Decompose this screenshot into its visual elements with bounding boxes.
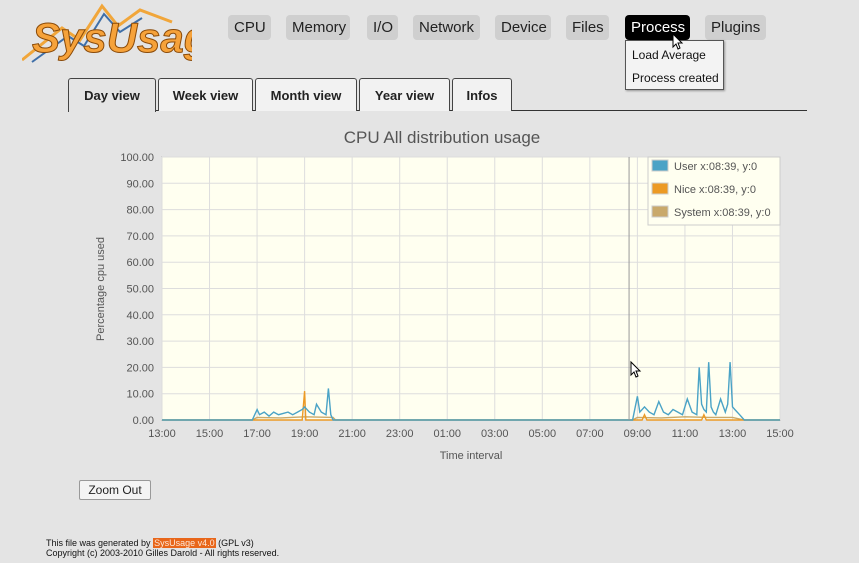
legend-swatch-system (651, 205, 669, 218)
x-tick-label: 17:00 (243, 428, 271, 440)
x-tick-label: 09:00 (624, 428, 652, 440)
y-tick-label: 100.00 (120, 152, 154, 164)
x-tick-label: 21:00 (338, 428, 366, 440)
legend-label-nice: Nice x:08:39, y:0 (674, 184, 756, 196)
legend: User x:08:39, y:0 Nice x:08:39, y:0 Syst… (647, 156, 781, 226)
footer-copyright: Copyright (c) 2003-2010 Gilles Darold - … (46, 548, 280, 558)
y-tick-label: 70.00 (126, 231, 154, 243)
y-tick-label: 0.00 (133, 415, 154, 427)
footer-license: (GPL v3) (218, 538, 254, 548)
x-axis: 13:00 15:00 17:00 19:00 21:00 23:00 01:00 03:00… (148, 428, 794, 440)
x-tick-label: 03:00 (481, 428, 509, 440)
legend-swatch-nice (651, 182, 669, 195)
cpu-chart[interactable]: CPU All distribution usage 0.00 10.00 20.0… (0, 0, 859, 563)
generator-link[interactable]: SysUsage v4.0 (153, 538, 216, 548)
x-tick-label: 01:00 (433, 428, 461, 440)
y-tick-label: 50.00 (126, 284, 154, 296)
y-axis-label: Percentage cpu used (95, 237, 107, 341)
x-tick-label: 11:00 (672, 428, 699, 440)
x-tick-label: 15:00 (766, 428, 794, 440)
footer-generated: This file was generated by SysUsage v4.0… (46, 538, 254, 548)
y-tick-label: 80.00 (126, 205, 154, 217)
y-tick-label: 40.00 (126, 310, 154, 322)
y-tick-label: 90.00 (126, 178, 154, 190)
x-axis-label: Time interval (440, 450, 503, 462)
y-tick-label: 20.00 (126, 362, 154, 374)
x-tick-label: 05:00 (529, 428, 557, 440)
legend-label-system: System x:08:39, y:0 (674, 207, 771, 219)
x-tick-label: 19:00 (291, 428, 319, 440)
footer-prefix: This file was generated by (46, 538, 151, 548)
legend-swatch-user (651, 159, 669, 172)
x-tick-label: 13:00 (148, 428, 176, 440)
zoom-out-button[interactable]: Zoom Out (79, 480, 151, 500)
x-tick-label: 23:00 (386, 428, 414, 440)
y-axis: 0.00 10.00 20.00 30.00 40.00 50.00 60.00 70.00 8… (120, 152, 154, 427)
y-tick-label: 60.00 (126, 257, 154, 269)
x-tick-label: 15:00 (196, 428, 224, 440)
y-tick-label: 10.00 (126, 389, 154, 401)
y-tick-label: 30.00 (126, 336, 154, 348)
x-tick-label: 07:00 (576, 428, 604, 440)
chart-title: CPU All distribution usage (344, 128, 541, 147)
legend-label-user: User x:08:39, y:0 (674, 161, 757, 173)
x-tick-label: 13:00 (719, 428, 747, 440)
